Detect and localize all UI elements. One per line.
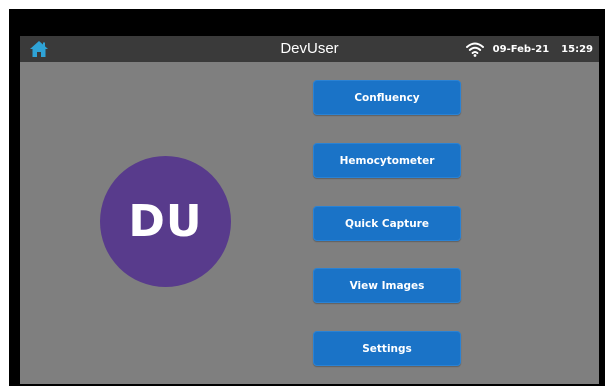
status-time: 15:29 (561, 43, 593, 55)
status-date: 09-Feb-21 (492, 43, 550, 55)
status-area: 09-Feb-21 15:29 (465, 36, 593, 62)
device-frame: DevUser 09-Feb-21 15:29 DU Confluency He… (0, 0, 605, 386)
confluency-button[interactable]: Confluency (313, 80, 461, 115)
user-avatar: DU (100, 156, 231, 287)
wifi-icon (465, 42, 484, 57)
app-screen: DevUser 09-Feb-21 15:29 DU Confluency He… (20, 36, 599, 384)
view-images-button[interactable]: View Images (313, 268, 461, 303)
home-icon[interactable] (29, 40, 49, 58)
top-bar: DevUser 09-Feb-21 15:29 (20, 36, 599, 62)
quick-capture-button[interactable]: Quick Capture (313, 206, 461, 241)
settings-button[interactable]: Settings (313, 331, 461, 366)
hemocytometer-button[interactable]: Hemocytometer (313, 143, 461, 178)
